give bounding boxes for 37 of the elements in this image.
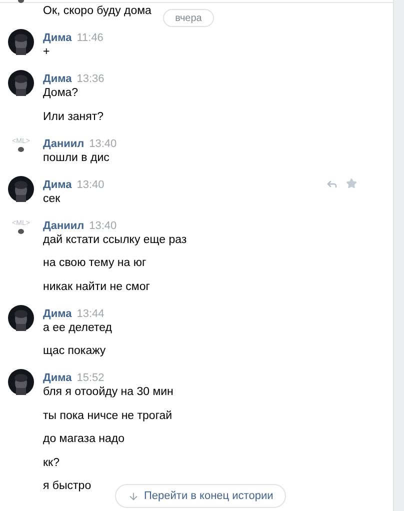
sender-name[interactable]: Дима [43,178,72,192]
message-text: я быстро [43,479,92,493]
sender-name[interactable]: Дима [43,306,72,320]
message-text: бля я отоойду на 30 мин [43,385,174,399]
message-text: кк? [43,456,60,470]
message-text: дай кстати ссылку еще раз [43,232,188,246]
message-text: на свою тему на юг [43,256,148,270]
sender-name[interactable]: Даниил [43,136,84,150]
message-time: 13:44 [76,306,104,320]
sender-name[interactable]: Дима [43,31,72,45]
message-text: + [43,45,51,59]
scrollbar-track[interactable] [393,0,404,511]
message-time: 11:46 [76,31,104,45]
message-text: до магаза надо [43,432,126,446]
jump-to-end-button[interactable]: Перейти в конец истории [115,484,286,508]
message-text: ты пока ничсе не трогай [43,408,174,422]
message-text: никак найти не смог [43,280,151,294]
message-text: Ок, скоро буду дома [43,4,152,18]
message-time: 13:40 [76,178,104,192]
star-icon[interactable] [346,178,357,189]
message-text: щас покажу [43,344,107,358]
message-text: Дома? [43,86,80,100]
message-time: 13:40 [89,218,117,232]
message-text: сек [43,192,62,206]
sender-name[interactable]: Дима [43,371,72,385]
arrow-down-icon [128,490,139,502]
date-badge: вчера [163,9,214,27]
message-text: пошли в дис [43,150,110,164]
message-time: 15:52 [76,371,104,385]
message-time: 13:36 [76,72,104,86]
message-text: а ее делетед [43,320,114,334]
message-time: 13:40 [89,136,117,150]
avatar-icon [18,146,24,152]
sender-name[interactable]: Дима [43,72,72,86]
message-text: Или занят? [43,110,105,124]
sender-name[interactable]: Даниил [43,218,84,232]
avatar-icon [18,228,24,234]
